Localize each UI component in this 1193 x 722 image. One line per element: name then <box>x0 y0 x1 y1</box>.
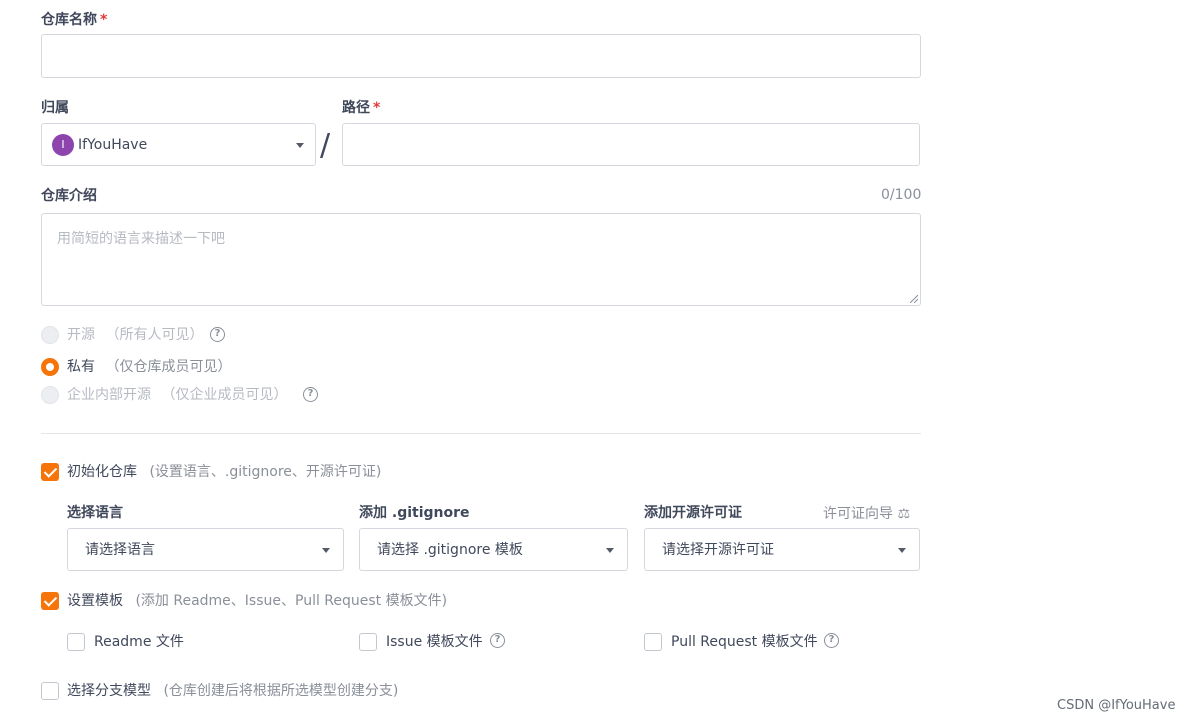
radio-public-label: 开源 （所有人可见） <box>67 325 203 345</box>
readme-checkbox[interactable] <box>67 633 85 651</box>
chevron-down-icon <box>296 143 304 148</box>
description-label: 仓库介绍 <box>41 188 97 204</box>
branch-model-hint: (仓库创建后将根据所选模型创建分支) <box>163 683 399 699</box>
issue-template-label: Issue 模板文件 <box>386 634 483 650</box>
templates-hint: (添加 Readme、Issue、Pull Request 模板文件) <box>135 593 448 609</box>
templates-checkbox[interactable] <box>41 592 59 610</box>
description-textarea[interactable]: 用简短的语言来描述一下吧 <box>41 213 921 306</box>
help-icon[interactable]: ? <box>824 633 839 648</box>
path-label-text: 路径 <box>342 100 370 116</box>
branch-model-text: 选择分支模型 <box>67 683 151 699</box>
owner-label: 归属 <box>41 100 69 116</box>
templates-label: 设置模板 (添加 Readme、Issue、Pull Request 模板文件) <box>67 591 447 611</box>
gitignore-select[interactable]: 请选择 .gitignore 模板 <box>359 528 628 571</box>
init-repo-label: 初始化仓库 (设置语言、.gitignore、开源许可证) <box>67 462 381 482</box>
radio-private[interactable] <box>41 358 59 376</box>
radio-public-text: 开源 <box>67 327 95 343</box>
radio-private-text: 私有 <box>67 359 95 375</box>
branch-model-label: 选择分支模型 (仓库创建后将根据所选模型创建分支) <box>67 681 398 701</box>
path-separator: / <box>320 128 331 163</box>
avatar: I <box>52 134 74 156</box>
section-divider <box>41 433 921 434</box>
help-icon[interactable]: ? <box>210 327 225 342</box>
license-label: 添加开源许可证 <box>644 505 742 521</box>
resize-handle-icon[interactable] <box>910 295 918 303</box>
watermark: CSDN @IfYouHave <box>1057 698 1176 713</box>
help-icon[interactable]: ? <box>303 387 318 402</box>
path-label: 路径 * <box>342 98 380 118</box>
gitignore-value: 请选择 .gitignore 模板 <box>377 542 523 558</box>
repo-name-label-text: 仓库名称 <box>41 12 97 28</box>
chevron-down-icon <box>898 548 906 553</box>
language-label: 选择语言 <box>67 505 123 521</box>
readme-label: Readme 文件 <box>94 634 184 650</box>
description-counter: 0/100 <box>881 187 922 203</box>
required-mark: * <box>373 100 381 116</box>
radio-public[interactable] <box>41 326 59 344</box>
issue-template-checkbox[interactable] <box>359 633 377 651</box>
radio-enterprise-text: 企业内部开源 <box>67 387 151 403</box>
license-guide-link[interactable]: 许可证向导 ⚖ <box>823 503 910 523</box>
radio-enterprise-hint: （仅企业成员可见） <box>161 387 288 403</box>
language-value: 请选择语言 <box>85 542 155 558</box>
templates-text: 设置模板 <box>67 593 123 609</box>
pr-template-label: Pull Request 模板文件 <box>671 634 818 650</box>
owner-value: IfYouHave <box>78 137 148 153</box>
radio-private-hint: （仅仓库成员可见） <box>105 359 232 375</box>
radio-enterprise[interactable] <box>41 386 59 404</box>
owner-select[interactable]: I IfYouHave <box>41 123 316 166</box>
gitignore-label: 添加 .gitignore <box>359 505 470 521</box>
init-repo-text: 初始化仓库 <box>67 464 137 480</box>
repo-name-input[interactable] <box>41 34 921 78</box>
radio-private-label: 私有 （仅仓库成员可见） <box>67 357 231 377</box>
init-repo-hint: (设置语言、.gitignore、开源许可证) <box>149 464 382 480</box>
branch-model-checkbox[interactable] <box>41 682 59 700</box>
repo-name-label: 仓库名称 * <box>41 10 107 30</box>
chevron-down-icon <box>606 548 614 553</box>
radio-public-hint: （所有人可见） <box>105 327 204 343</box>
chevron-down-icon <box>322 548 330 553</box>
scale-icon: ⚖ <box>897 506 911 522</box>
radio-enterprise-label: 企业内部开源 （仅企业成员可见） <box>67 385 287 405</box>
license-select[interactable]: 请选择开源许可证 <box>644 528 920 571</box>
help-icon[interactable]: ? <box>490 633 505 648</box>
init-repo-checkbox[interactable] <box>41 463 59 481</box>
path-input[interactable] <box>342 123 920 166</box>
pr-template-checkbox[interactable] <box>644 633 662 651</box>
required-mark: * <box>100 12 108 28</box>
license-guide-text: 许可证向导 <box>823 506 893 522</box>
description-placeholder: 用简短的语言来描述一下吧 <box>57 231 225 247</box>
language-select[interactable]: 请选择语言 <box>67 528 344 571</box>
license-value: 请选择开源许可证 <box>662 542 774 558</box>
